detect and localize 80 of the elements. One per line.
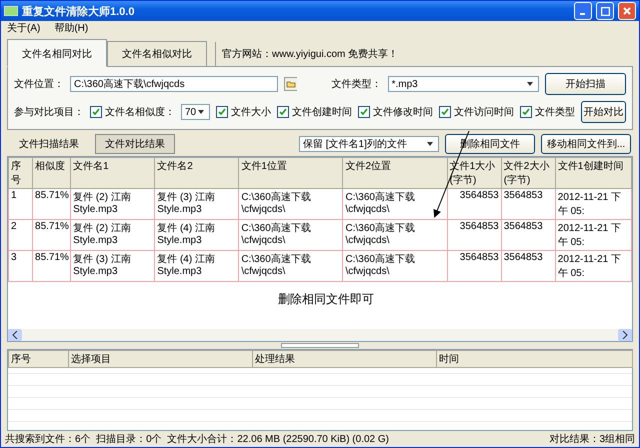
table-cell: C:\360高速下载\cfwjqcds\ (342, 250, 448, 282)
checkbox[interactable]: 文件修改时间 (358, 105, 434, 119)
tab[interactable]: 文件扫描结果 (9, 134, 89, 154)
column-header[interactable]: 时间 (436, 350, 632, 368)
table-cell: C:\360高速下载\cfwjqcds\ (238, 220, 343, 250)
tab[interactable]: 文件名相似对比 (107, 41, 207, 67)
table-cell: 2012-11-21 下午 05: (555, 220, 632, 250)
folder-icon[interactable] (284, 77, 297, 91)
menu-item[interactable]: 帮助(H) (54, 21, 88, 35)
checkmark-icon (360, 108, 368, 116)
close-button[interactable] (618, 2, 636, 20)
status-text: 对比结果：3组相同 (549, 432, 635, 446)
column-header[interactable]: 文件1创建时间 (555, 158, 632, 188)
splitter-handle[interactable] (281, 343, 359, 348)
column-header[interactable]: 相似度 (32, 158, 71, 188)
checkmark-icon (279, 108, 288, 116)
column-header[interactable]: 文件1位置 (238, 158, 343, 188)
horizontal-scrollbar[interactable] (8, 329, 632, 341)
move-button[interactable]: 移动相同文件到... (541, 134, 631, 154)
table-cell: C:\360高速下载\cfwjqcds\ (238, 188, 343, 220)
table-cell: 85.71% (32, 250, 71, 282)
checkbox[interactable]: 文件名相似度： (90, 105, 175, 119)
table-cell: C:\360高速下载\cfwjqcds\ (342, 220, 448, 250)
table-cell: 复件 (2) 江南Style.mp3 (70, 220, 155, 250)
table-cell: C:\360高速下载\cfwjqcds\ (342, 188, 448, 220)
table-cell: 复件 (3) 江南Style.mp3 (70, 250, 155, 282)
column-header[interactable]: 序号 (8, 350, 68, 368)
table-cell: 复件 (2) 江南Style.mp3 (70, 188, 155, 220)
checkbox[interactable]: 文件大小 (216, 105, 272, 119)
annotation-text: 删除相同文件即可 (278, 291, 374, 308)
column-header[interactable]: 处理结果 (252, 350, 436, 368)
table-cell: 2012-11-21 下午 05: (555, 188, 632, 220)
table-cell: 复件 (4) 江南Style.mp3 (154, 220, 239, 250)
checkmark-icon (92, 108, 100, 116)
table-cell: 3564853 (447, 188, 502, 220)
checkmark-icon (441, 108, 450, 116)
file-type-dropdown[interactable]: *.mp3 (388, 76, 539, 92)
table-cell: 3564853 (447, 220, 502, 250)
maximize-button[interactable] (596, 2, 614, 20)
similarity-dropdown[interactable]: 70 (181, 104, 210, 120)
table-cell: 3564853 (501, 250, 556, 282)
status-text: 共搜索到文件：6个 扫描目录：0个 文件大小合计：22.06 MB (22590.70 KiB) (0.02 G) (5, 432, 389, 446)
field-label: 文件位置： (14, 78, 64, 91)
checkmark-icon (218, 108, 226, 116)
maximize-icon (600, 6, 610, 16)
table-cell: 2 (8, 220, 33, 250)
window-title: 重复文件清除大师1.0.0 (22, 4, 134, 18)
keep-dropdown[interactable]: 保留 [文件名1]列的文件 (299, 136, 439, 152)
column-header[interactable]: 序号 (8, 158, 33, 188)
compare-button[interactable]: 开始对比 (581, 101, 626, 123)
tab[interactable]: 文件对比结果 (95, 134, 175, 154)
table-cell: 85.71% (32, 220, 71, 250)
table-cell: 复件 (4) 江南Style.mp3 (154, 250, 239, 282)
column-header[interactable]: 选择项目 (68, 350, 252, 368)
checkmark-icon (522, 108, 530, 116)
checkbox[interactable]: 文件类型 (520, 105, 576, 119)
menu-item[interactable]: 关于(A) (7, 21, 40, 35)
column-header[interactable]: 文件名1 (70, 158, 155, 188)
location-field[interactable]: C:\360高速下载\cfwjqcds (70, 76, 278, 92)
field-label: 参与对比项目： (14, 106, 84, 119)
table-cell: C:\360高速下载\cfwjqcds\ (238, 250, 343, 282)
table-cell: 复件 (3) 江南Style.mp3 (154, 188, 239, 220)
table-cell: 85.71% (32, 188, 71, 220)
app-icon (4, 6, 18, 16)
table-cell: 3564853 (501, 220, 556, 250)
column-header[interactable]: 文件名2 (154, 158, 239, 188)
minimize-button[interactable] (574, 2, 592, 20)
tab[interactable]: 文件名相同对比 (7, 39, 107, 67)
table-cell: 1 (8, 188, 33, 220)
table-cell: 3 (8, 250, 33, 282)
table-cell: 2012-11-21 下午 05: (555, 250, 632, 282)
scan-button[interactable]: 开始扫描 (544, 73, 626, 95)
table-cell: 3564853 (447, 250, 502, 282)
checkbox[interactable]: 文件访问时间 (439, 105, 514, 119)
column-header[interactable]: 文件2大小(字节) (501, 158, 556, 188)
column-header[interactable]: 文件2位置 (342, 158, 448, 188)
close-icon (623, 7, 631, 15)
table-cell: 3564853 (501, 188, 556, 220)
field-label: 文件类型： (332, 78, 382, 91)
checkbox[interactable]: 文件创建时间 (277, 105, 352, 119)
